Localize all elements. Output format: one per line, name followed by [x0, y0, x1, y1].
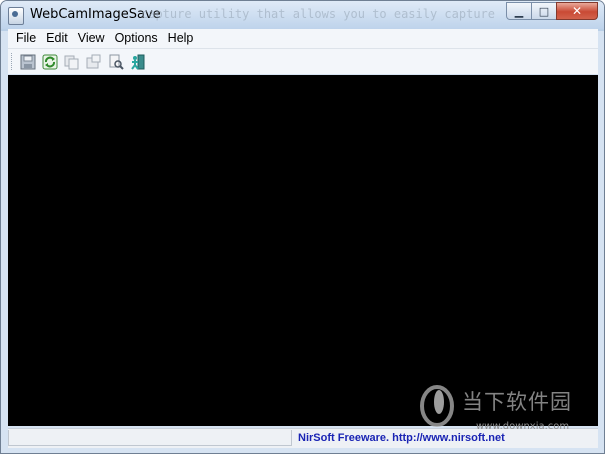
menu-file[interactable]: File	[8, 29, 41, 48]
close-button[interactable]: ✕	[556, 2, 598, 20]
exit-button[interactable]	[128, 52, 148, 72]
save-button[interactable]	[18, 52, 38, 72]
close-icon: ✕	[571, 4, 583, 18]
find-icon	[109, 54, 124, 70]
maximize-icon: □	[538, 4, 550, 18]
window-controls: ▁ □ ✕	[506, 2, 598, 20]
webcam-image-view	[8, 75, 598, 426]
minimize-button[interactable]: ▁	[506, 2, 532, 20]
menu-bar: File Edit View Options Help	[8, 29, 598, 49]
copy-icon	[64, 55, 79, 69]
watermark-logo-icon	[420, 385, 454, 427]
toolbar	[8, 49, 598, 74]
exit-icon	[131, 54, 145, 70]
title-bar[interactable]: WebCamImageSave capture utility that all…	[1, 1, 604, 29]
status-panel	[8, 430, 292, 446]
properties-button[interactable]	[84, 52, 104, 72]
copy-button[interactable]	[62, 52, 82, 72]
watermark-brand: 当下软件园	[462, 390, 572, 414]
menu-edit[interactable]: Edit	[41, 29, 73, 48]
watermark-url: www.downxia.com	[476, 421, 570, 432]
save-icon	[20, 54, 36, 69]
find-button[interactable]	[106, 52, 126, 72]
refresh-icon	[42, 54, 58, 69]
menu-options[interactable]: Options	[110, 29, 163, 48]
app-icon[interactable]	[8, 7, 24, 25]
properties-icon	[86, 54, 101, 68]
watermark: 当下软件园 www.downxia.com	[418, 380, 598, 440]
refresh-button[interactable]	[40, 52, 60, 72]
menu-view[interactable]: View	[73, 29, 110, 48]
menu-help[interactable]: Help	[163, 29, 199, 48]
toolbar-grip[interactable]	[11, 53, 15, 70]
title-overlay-text: capture utility that allows you to easil…	[141, 7, 496, 21]
maximize-button[interactable]: □	[531, 2, 557, 20]
minimize-icon: ▁	[514, 4, 524, 18]
